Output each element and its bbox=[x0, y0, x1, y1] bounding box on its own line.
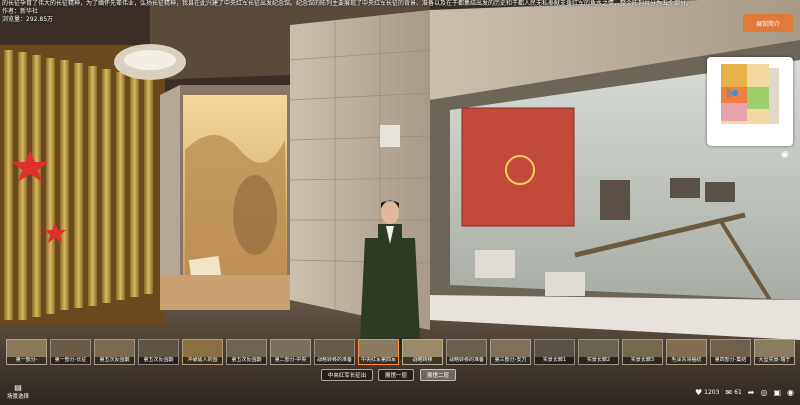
comment-icon: ✉ bbox=[725, 387, 733, 397]
scene-thumbnail-label: 大型实景-瑞于 bbox=[755, 357, 794, 364]
scene-thumbnail[interactable]: 第五次反围剿 bbox=[226, 339, 267, 365]
view-mode-button[interactable]: ◉ bbox=[787, 388, 794, 397]
scene-thumbnail-label: 第一部分- bbox=[7, 357, 46, 364]
author-name: 新华社 bbox=[20, 8, 39, 15]
scene-thumbnail-label: 战略转移的准备 bbox=[315, 357, 354, 364]
exhibit-description: 的长征孕育了伟大的长征精神，为了缅怀先辈伟业，弘扬长征精神，我县在此兴建了中央红… bbox=[2, 0, 693, 7]
like-count: 1203 bbox=[704, 388, 720, 396]
scene-thumbnail[interactable]: 毛泽东领袖纺 bbox=[666, 339, 707, 365]
scene-select-icon: ▤ bbox=[14, 383, 22, 392]
scene-thumbnail-label: 中央红军第四军 bbox=[359, 357, 398, 364]
scene-thumbnail[interactable]: 实景长廊2 bbox=[578, 339, 619, 365]
scene-thumbnail-strip[interactable]: 第一部分- 第一部分-长征 第五次反围剿 第五次反围剿 冲破敌人的围 第五次反围… bbox=[0, 336, 800, 368]
like-button[interactable]: ♥ 1203 bbox=[695, 388, 719, 397]
comment-button[interactable]: ✉ 61 bbox=[725, 388, 741, 397]
scene-select-label: 场景选择 bbox=[6, 394, 29, 400]
minimap-floorplan bbox=[721, 64, 779, 124]
fullscreen-icon: ▣ bbox=[773, 387, 782, 397]
scene-thumbnail[interactable]: 第一部分- bbox=[6, 339, 47, 365]
share-button[interactable]: ➦ bbox=[748, 388, 755, 397]
minimap[interactable] bbox=[707, 57, 793, 146]
comment-count: 61 bbox=[734, 388, 742, 396]
scene-thumbnail[interactable]: 战略转移的准备 bbox=[314, 339, 355, 365]
scene-thumbnail-label: 冲破敌人的围 bbox=[183, 357, 222, 364]
scene-select-button[interactable]: ▤ 场景选择 bbox=[4, 383, 32, 400]
scene-thumbnail-label: 实景长廊3 bbox=[623, 357, 662, 364]
fullscreen-button[interactable]: ▣ bbox=[773, 388, 781, 397]
scene-thumbnail-label: 第五次反围剿 bbox=[139, 357, 178, 364]
scene-thumbnail[interactable]: 第一部分-长征 bbox=[50, 339, 91, 365]
header-info: 的长征孕育了伟大的长征精神，为了缅怀先辈伟业，弘扬长征精神，我县在此兴建了中央红… bbox=[2, 0, 692, 24]
scene-thumbnail[interactable]: 大型实景-瑞于 bbox=[754, 339, 795, 365]
scene-thumbnail-label: 毛泽东领袖纺 bbox=[667, 357, 706, 364]
scene-thumbnail-label: 第四部分-集结 bbox=[711, 357, 750, 364]
author-label: 作者： bbox=[2, 8, 21, 15]
scene-thumbnail[interactable]: 第五次反围剿 bbox=[94, 339, 135, 365]
scene-thumbnail[interactable]: 实景长廊1 bbox=[534, 339, 575, 365]
tab-floor-1[interactable]: 展馆一层 bbox=[378, 369, 414, 381]
views-count: 292.85万 bbox=[26, 16, 54, 23]
scene-thumbnail-label: 战略转移 bbox=[403, 357, 442, 364]
eye-icon: ◉ bbox=[787, 387, 794, 397]
scene-thumbnail[interactable]: 第五次反围剿 bbox=[138, 339, 179, 365]
scene-thumbnail-label: 第五次反围剿 bbox=[227, 357, 266, 364]
scene-thumbnail[interactable]: 第三部分-支力 bbox=[490, 339, 531, 365]
scene-thumbnail-label: 战略转移的准备 bbox=[447, 357, 486, 364]
floor-tabs: 中央红军长征出 展馆一层 展馆二层 bbox=[0, 369, 800, 383]
scene-thumbnail-label: 第一部分-长征 bbox=[51, 357, 90, 364]
views-line: 浏览量：292.85万 bbox=[2, 16, 692, 24]
views-label: 浏览量： bbox=[2, 16, 27, 23]
heart-icon: ♥ bbox=[694, 387, 703, 397]
scene-thumbnail-active[interactable]: 中央红军第四军 bbox=[358, 339, 399, 365]
tab-chuzheng[interactable]: 中央红军长征出 bbox=[321, 369, 373, 381]
scene-thumbnail-label: 第五次反围剿 bbox=[95, 357, 134, 364]
scene-thumbnail[interactable]: 冲破敌人的围 bbox=[182, 339, 223, 365]
tab-floor-2[interactable]: 展馆二层 bbox=[420, 369, 456, 381]
exhibit-intro-button[interactable]: 展馆简介 bbox=[743, 14, 793, 32]
scene-thumbnail[interactable]: 第四部分-集结 bbox=[710, 339, 751, 365]
scene-thumbnail-label: 实景长廊1 bbox=[535, 357, 574, 364]
scene-thumbnail-label: 实景长廊2 bbox=[579, 357, 618, 364]
scene-thumbnail[interactable]: 实景长廊3 bbox=[622, 339, 663, 365]
share-icon: ➦ bbox=[747, 387, 755, 397]
scene-thumbnail[interactable]: 战略转移的准备 bbox=[446, 339, 487, 365]
scene-thumbnail[interactable]: 战略转移 bbox=[402, 339, 443, 365]
author-line: 作者：新华社 bbox=[2, 8, 692, 16]
location-pin-icon[interactable]: ◉ bbox=[781, 150, 789, 160]
scene-thumbnail[interactable]: 第二部分-中央 bbox=[270, 339, 311, 365]
gyroscope-icon: ◎ bbox=[760, 387, 768, 397]
scene-thumbnail-label: 第二部分-中央 bbox=[271, 357, 310, 364]
scene-thumbnail-label: 第三部分-支力 bbox=[491, 357, 530, 364]
gyroscope-button[interactable]: ◎ bbox=[760, 388, 767, 397]
action-bar: ♥ 1203 ✉ 61 ➦ ◎ ▣ ◉ bbox=[695, 385, 794, 399]
